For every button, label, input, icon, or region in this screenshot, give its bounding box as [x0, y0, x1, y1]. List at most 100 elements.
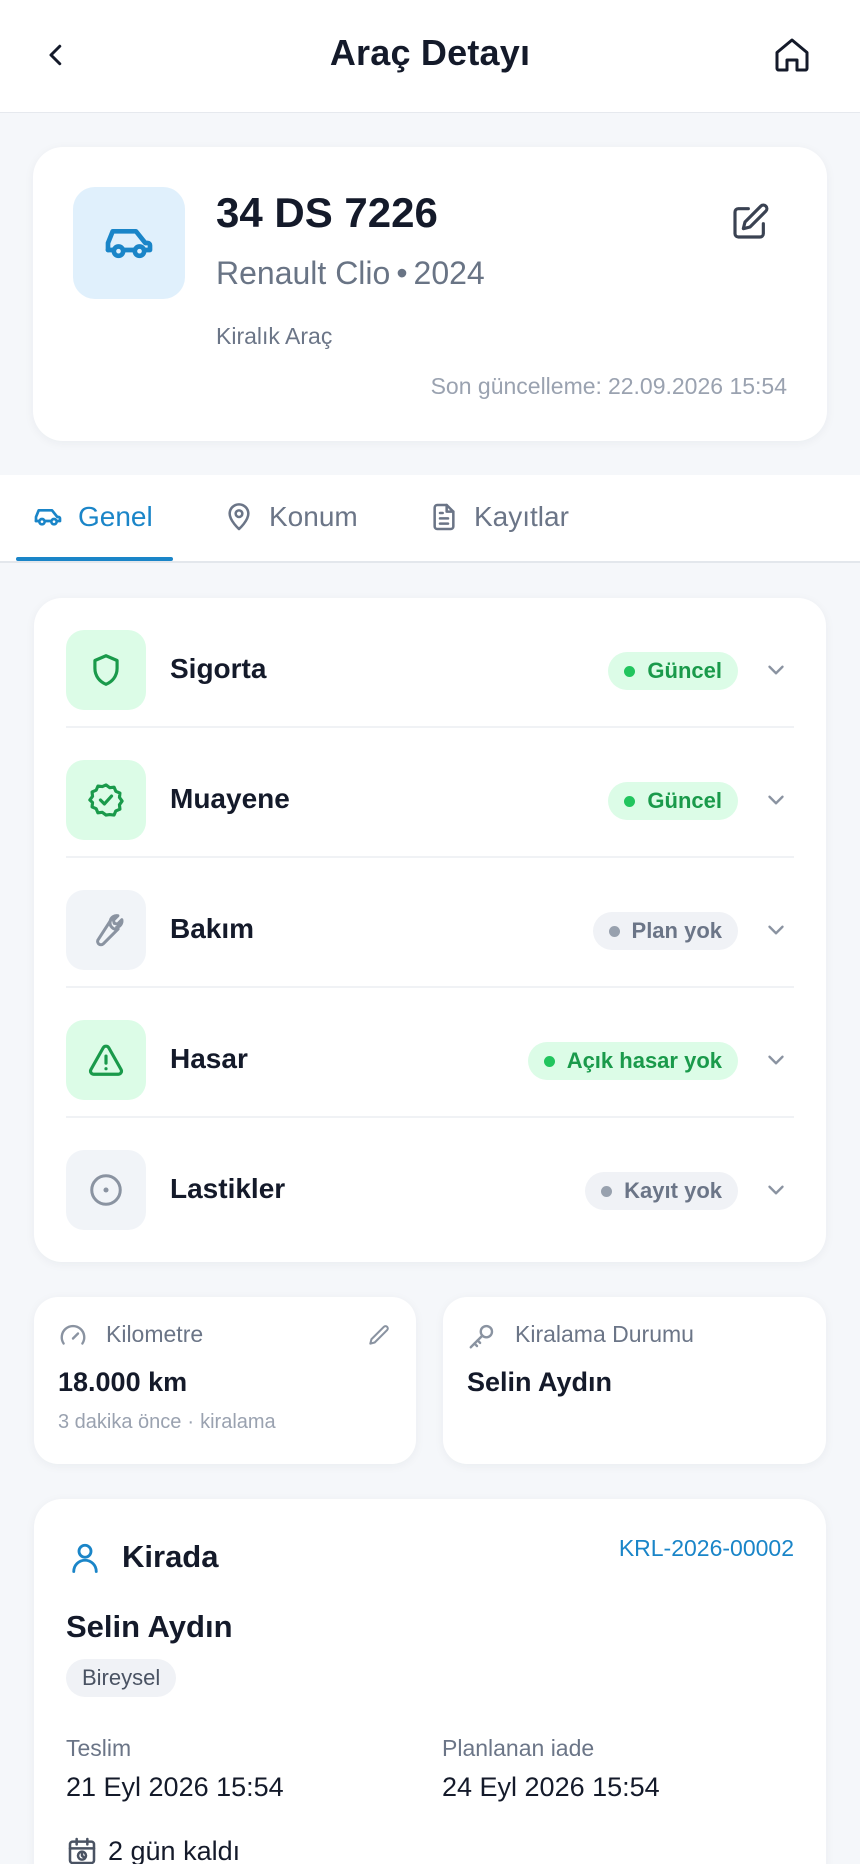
status-row-lastikler[interactable]: Lastikler Kayıt yok [34, 1118, 826, 1248]
chevron-down-icon [768, 1185, 784, 1195]
chevron-down-icon [768, 1055, 784, 1065]
status-list: Sigorta Güncel Muayene Güncel Bakım Plan… [34, 598, 826, 1262]
status-badge: Güncel [608, 652, 738, 690]
map-pin-icon [228, 503, 250, 531]
calendar-clock-icon [68, 1837, 96, 1864]
remaining-time: 2 gün kaldı [66, 1835, 240, 1864]
status-icon-box [66, 1020, 146, 1100]
vehicle-model: Renault Clio • 2024 [216, 255, 485, 292]
remaining-label: 2 gün kaldı [108, 1835, 241, 1864]
key-icon [469, 1324, 494, 1349]
user-icon [72, 1543, 98, 1573]
badge-label: Plan yok [631, 918, 722, 943]
status-row-hasar[interactable]: Hasar Açık hasar yok [34, 988, 826, 1118]
badge-check-icon [88, 783, 124, 817]
status-badge: Kayıt yok [585, 1172, 738, 1210]
pencil-icon [369, 1325, 389, 1345]
gauge-icon [60, 1324, 86, 1345]
delivery-value: 21 Eyl 2026 15:54 [66, 1772, 284, 1802]
last-updated-label: Son güncelleme: [430, 373, 602, 399]
status-dot [624, 795, 636, 807]
app-header: Araç Detayı [0, 0, 860, 113]
vehicle-make-model: Renault Clio [216, 255, 391, 291]
edit-vehicle-button[interactable] [726, 198, 774, 246]
chevron-down-icon [768, 925, 784, 935]
renter-type-chip: Bireysel [66, 1659, 177, 1697]
status-dot [601, 1185, 613, 1197]
vehicle-year: 2024 [413, 255, 485, 291]
status-badge: Plan yok [592, 912, 738, 950]
tab-kayitlar[interactable]: Kayıtlar [428, 497, 569, 537]
expand-toggle[interactable] [762, 916, 790, 944]
active-tab-indicator [16, 557, 173, 561]
status-badge: Açık hasar yok [527, 1042, 738, 1080]
status-row-sigorta[interactable]: Sigorta Güncel [34, 598, 826, 728]
tab-label: Konum [269, 501, 358, 532]
badge-label: Kayıt yok [624, 1178, 722, 1203]
status-icon-box [66, 1150, 146, 1230]
expand-toggle[interactable] [762, 656, 790, 684]
rental-status-value: Selin Aydın [467, 1367, 613, 1397]
status-dot [624, 665, 636, 677]
badge-label: Güncel [647, 658, 722, 683]
expand-toggle[interactable] [762, 786, 790, 814]
status-title: Bakım [170, 913, 255, 944]
car-icon [105, 229, 153, 259]
home-button[interactable] [768, 31, 816, 79]
rental-status-card[interactable]: Kiralama Durumu Selin Aydın [443, 1297, 826, 1464]
detail-tabs: Genel Konum Kayıtlar [0, 475, 860, 563]
badge-label: Açık hasar yok [566, 1048, 722, 1073]
status-icon-box [66, 890, 146, 970]
vehicle-type: Kiralık Araç [216, 323, 333, 349]
tire-icon [90, 1174, 122, 1206]
odometer-icon-wrap [56, 1319, 90, 1353]
odometer-card: Kilometre 18.000 km 3 dakika önce · kirala… [34, 1297, 416, 1464]
delivery-label: Teslim [66, 1735, 132, 1761]
expand-toggle[interactable] [762, 1046, 790, 1074]
vehicle-summary-card: 34 DS 7226 Renault Clio • 2024 Kiralık Ara… [33, 147, 827, 441]
status-title: Lastikler [170, 1173, 286, 1204]
meta-dot: · [187, 1411, 195, 1433]
edit-icon [733, 203, 769, 239]
license-plate: 34 DS 7226 [216, 189, 438, 236]
chevron-down-icon [768, 665, 784, 675]
warning-icon [88, 1044, 124, 1076]
status-icon-box [66, 760, 146, 840]
odometer-label: Kilometre [106, 1321, 204, 1347]
edit-odometer-button[interactable] [364, 1321, 394, 1351]
tab-konum[interactable]: Konum [223, 497, 358, 537]
odometer-source: kiralama [200, 1411, 276, 1433]
document-icon [433, 503, 455, 531]
return-value: 24 Eyl 2026 15:54 [442, 1772, 660, 1802]
badge-label: Güncel [647, 788, 722, 813]
shield-icon [93, 654, 119, 686]
odometer-value: 18.000 km [58, 1367, 188, 1397]
status-row-bakim[interactable]: Bakım Plan yok [34, 858, 826, 988]
car-icon [34, 509, 62, 526]
last-updated: Son güncelleme: 22.09.2026 15:54 [431, 373, 787, 400]
chevron-down-icon [768, 795, 784, 805]
rental-icon-wrap [66, 1539, 104, 1577]
rental-code-link[interactable]: KRL-2026-00002 [619, 1535, 794, 1562]
last-updated-value: 22.09.2026 15:54 [607, 373, 787, 399]
tab-genel[interactable]: Genel [32, 497, 153, 537]
rental-status-icon-wrap [465, 1319, 499, 1353]
rental-status-label: Kiralama Durumu [515, 1321, 694, 1347]
status-row-muayene[interactable]: Muayene Güncel [34, 728, 826, 858]
renter-name: Selin Aydın [66, 1609, 233, 1644]
return-label: Planlanan iade [442, 1735, 595, 1761]
vehicle-avatar [73, 187, 185, 299]
model-separator: • [396, 255, 408, 291]
status-dot [608, 925, 620, 937]
status-dot [543, 1055, 555, 1067]
expand-toggle[interactable] [762, 1176, 790, 1204]
odometer-meta: 3 dakika önce · kiralama [58, 1411, 276, 1434]
wrench-icon [96, 914, 124, 947]
status-title: Hasar [170, 1043, 248, 1074]
page-title: Araç Detayı [329, 32, 531, 73]
rental-detail-card: Kirada KRL-2026-00002 Selin Aydın Bireys… [34, 1499, 826, 1864]
tab-label: Genel [78, 501, 153, 532]
status-title: Sigorta [170, 653, 267, 684]
status-badge: Güncel [608, 782, 738, 820]
tab-label: Kayıtlar [474, 501, 569, 532]
